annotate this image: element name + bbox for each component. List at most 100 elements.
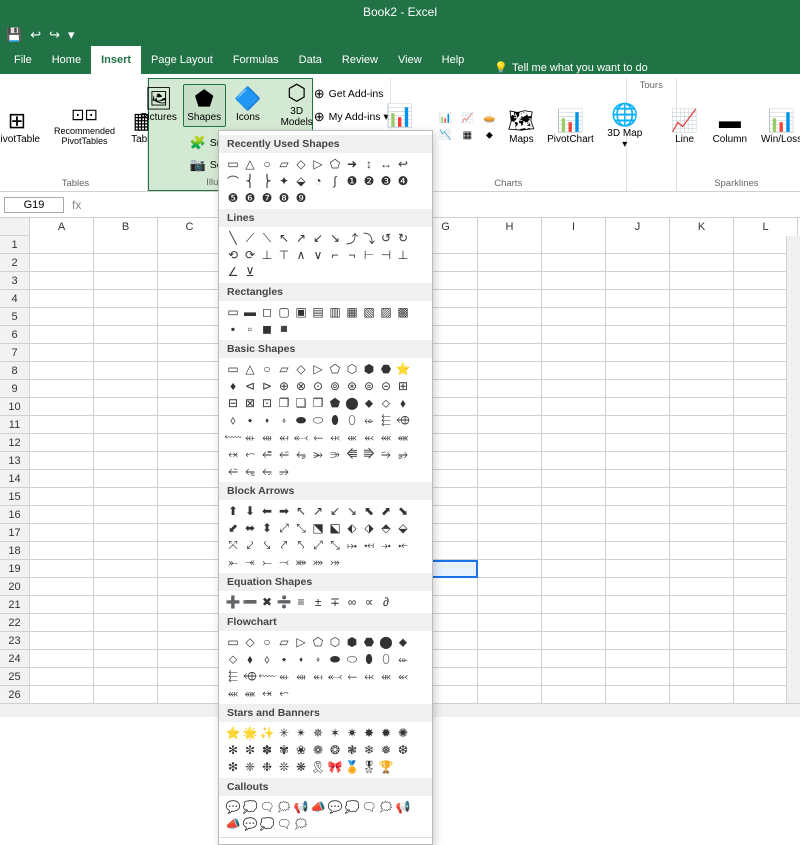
shape-item[interactable]: ❆	[395, 742, 411, 758]
cell-K10[interactable]	[670, 398, 734, 416]
shape-item[interactable]: ✵	[310, 725, 326, 741]
cell-I9[interactable]	[542, 380, 606, 398]
scatter-chart-button[interactable]: 📉	[435, 128, 455, 143]
cell-H21[interactable]	[478, 596, 542, 614]
shape-item[interactable]: ⬲	[242, 668, 258, 684]
shape-item[interactable]: ⬭	[310, 412, 326, 428]
cell-A14[interactable]	[30, 470, 94, 488]
cell-I22[interactable]	[542, 614, 606, 632]
cell-I23[interactable]	[542, 632, 606, 650]
shape-item[interactable]: ⤝	[395, 537, 411, 553]
shape-item[interactable]: ⬖	[344, 520, 360, 536]
cell-H23[interactable]	[478, 632, 542, 650]
shape-item[interactable]: ⊳	[259, 378, 275, 394]
shape-item[interactable]: ↘	[327, 230, 343, 246]
cell-B21[interactable]	[94, 596, 158, 614]
shape-item[interactable]: 💬	[225, 799, 241, 815]
cell-L15[interactable]	[734, 488, 786, 506]
cell-H9[interactable]	[478, 380, 542, 398]
shape-item[interactable]: ⭅	[344, 446, 360, 462]
shape-item[interactable]: ↺	[378, 230, 394, 246]
shape-item[interactable]: ⬶	[310, 668, 326, 684]
shape-item[interactable]: ⊛	[344, 378, 360, 394]
shape-item[interactable]: ∠	[225, 264, 241, 280]
shape-item[interactable]: ❼	[259, 190, 275, 206]
cell-A11[interactable]	[30, 416, 94, 434]
cell-K3[interactable]	[670, 272, 734, 290]
shape-item[interactable]: ⬲	[395, 412, 411, 428]
cell-L12[interactable]	[734, 434, 786, 452]
shape-item[interactable]: ❸	[378, 173, 394, 189]
shape-item[interactable]: ⬹	[327, 429, 343, 445]
cell-A26[interactable]	[30, 686, 94, 703]
cell-J16[interactable]	[606, 506, 670, 524]
shape-item[interactable]: 🗨	[276, 816, 292, 832]
tab-review[interactable]: Review	[332, 46, 388, 74]
shape-item[interactable]: ⬺	[378, 668, 394, 684]
cell-H8[interactable]	[478, 362, 542, 380]
pie-chart-button[interactable]: 🥧	[479, 111, 499, 126]
cell-H3[interactable]	[478, 272, 542, 290]
cell-B1[interactable]	[94, 236, 158, 254]
shape-item[interactable]: ▬	[242, 304, 258, 320]
shape-item[interactable]: ⤢	[310, 537, 326, 553]
cell-H6[interactable]	[478, 326, 542, 344]
cell-C1[interactable]	[158, 236, 222, 254]
tab-page-layout[interactable]: Page Layout	[141, 46, 223, 74]
shape-item[interactable]: ⤡	[327, 537, 343, 553]
shape-item[interactable]: ↔	[378, 156, 394, 172]
cell-H12[interactable]	[478, 434, 542, 452]
cell-L6[interactable]	[734, 326, 786, 344]
cell-K12[interactable]	[670, 434, 734, 452]
shape-item[interactable]: ◼	[259, 321, 275, 337]
shape-item[interactable]: ➡	[276, 503, 292, 519]
cell-J5[interactable]	[606, 308, 670, 326]
shape-item[interactable]: ⬾	[225, 446, 241, 462]
shape-item[interactable]: ⭉	[225, 463, 241, 479]
cell-H1[interactable]	[478, 236, 542, 254]
shape-item[interactable]: ⬔	[310, 520, 326, 536]
shape-item[interactable]: ⤛	[242, 554, 258, 570]
cell-reference-input[interactable]: G19	[4, 197, 64, 213]
cell-B18[interactable]	[94, 542, 158, 560]
pictures-button[interactable]: 🖼 Pictures	[137, 85, 180, 126]
cell-C7[interactable]	[158, 344, 222, 362]
cell-C13[interactable]	[158, 452, 222, 470]
shape-item[interactable]: ▷	[310, 156, 326, 172]
shape-item[interactable]: ➕	[225, 594, 241, 610]
shape-item[interactable]: ⤙	[276, 554, 292, 570]
cell-A5[interactable]	[30, 308, 94, 326]
cell-B9[interactable]	[94, 380, 158, 398]
shape-item[interactable]: ⬪	[259, 412, 275, 428]
shape-item[interactable]: ↘	[344, 503, 360, 519]
cell-H17[interactable]	[478, 524, 542, 542]
shape-item[interactable]: ≡	[293, 594, 309, 610]
shape-item[interactable]: ✺	[395, 725, 411, 741]
cell-I20[interactable]	[542, 578, 606, 596]
shape-item[interactable]: ⬸	[344, 668, 360, 684]
cell-K23[interactable]	[670, 632, 734, 650]
tab-home[interactable]: Home	[42, 46, 91, 74]
shape-item[interactable]: ⬯	[378, 651, 394, 667]
shape-item[interactable]: ⬘	[378, 520, 394, 536]
shape-item[interactable]: ⭆	[361, 446, 377, 462]
shape-item[interactable]: ✼	[242, 742, 258, 758]
shape-item[interactable]: ▭	[225, 361, 241, 377]
shape-item[interactable]: ⤴	[344, 230, 360, 246]
cell-J10[interactable]	[606, 398, 670, 416]
shape-item[interactable]: ❹	[395, 173, 411, 189]
cell-L22[interactable]	[734, 614, 786, 632]
shape-item[interactable]: ⬗	[361, 520, 377, 536]
shape-item[interactable]: ⬬	[327, 651, 343, 667]
cell-B11[interactable]	[94, 416, 158, 434]
shape-item[interactable]: ⬱	[378, 412, 394, 428]
cell-K17[interactable]	[670, 524, 734, 542]
shape-item[interactable]: ◇	[242, 634, 258, 650]
shape-item[interactable]: ⬹	[361, 668, 377, 684]
shape-item[interactable]: ❒	[310, 395, 326, 411]
shape-item[interactable]: ▧	[361, 304, 377, 320]
cell-A1[interactable]	[30, 236, 94, 254]
shape-item[interactable]: ✴	[293, 725, 309, 741]
shape-item[interactable]: ↙	[310, 230, 326, 246]
shape-item[interactable]: ○	[259, 634, 275, 650]
